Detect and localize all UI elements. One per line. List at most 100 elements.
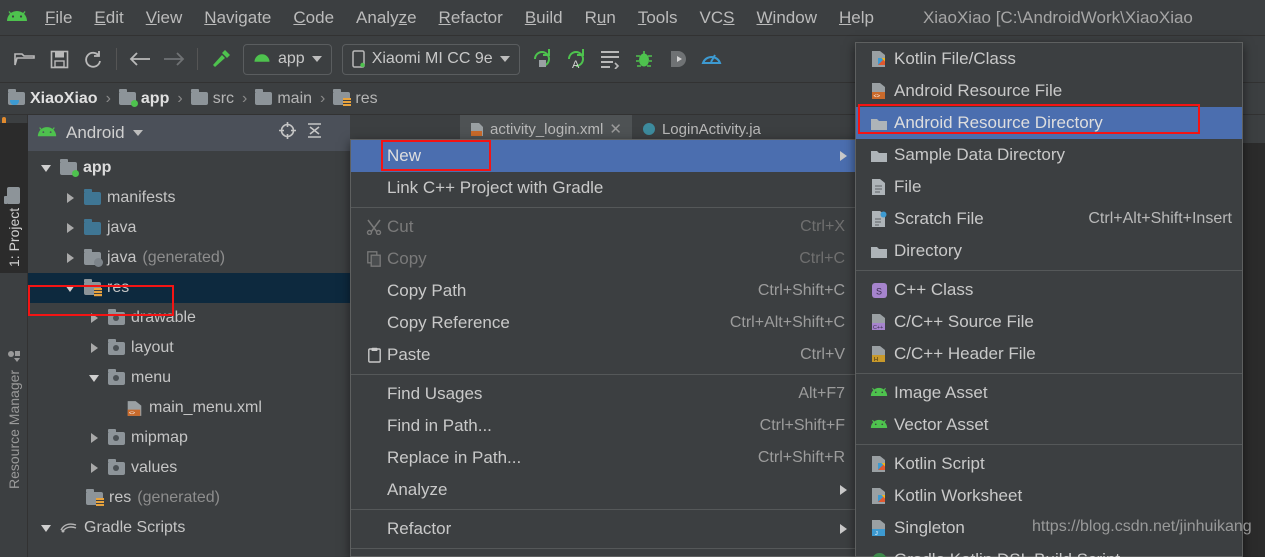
navigate-forward-icon[interactable] xyxy=(157,42,191,76)
context-menu-item-find-usages[interactable]: Find Usages Alt+F7 xyxy=(351,378,859,410)
tree-node-mipmap[interactable]: mipmap xyxy=(28,423,350,453)
menu-vcs[interactable]: VCS xyxy=(689,6,746,30)
breadcrumb-item-app[interactable]: app xyxy=(118,89,169,108)
expand-arrow-icon-layout[interactable] xyxy=(86,340,102,356)
expand-arrow-icon-manifests[interactable] xyxy=(62,190,78,206)
tree-node-manifests[interactable]: manifests xyxy=(28,183,350,213)
context-menu-item-refactor[interactable]: Refactor xyxy=(351,513,859,545)
expand-arrow-icon-gradle[interactable] xyxy=(38,520,54,536)
context-menu-item-find-in-path[interactable]: Find in Path... Ctrl+Shift+F xyxy=(351,410,859,442)
expand-arrow-icon-java-gen[interactable] xyxy=(62,250,78,266)
context-menu-item-link-cpp[interactable]: Link C++ Project with Gradle xyxy=(351,172,859,204)
open-folder-icon[interactable] xyxy=(8,42,42,76)
sidebar-item-project[interactable]: 1: Project xyxy=(0,123,28,273)
context-menu-item-paste[interactable]: Paste Ctrl+V xyxy=(351,339,859,371)
context-menu-item-add-to-favorites[interactable]: Add to Favorites xyxy=(351,552,859,557)
expand-arrow-icon-drawable[interactable] xyxy=(86,310,102,326)
breadcrumb-item-project[interactable]: XiaoXiao xyxy=(8,89,98,108)
menu-edit[interactable]: Edit xyxy=(83,6,134,30)
chevron-down-icon-project[interactable] xyxy=(132,130,143,136)
new-submenu-item-kotlin-script[interactable]: Kotlin Script xyxy=(856,448,1242,480)
context-menu-item-analyze[interactable]: Analyze xyxy=(351,474,859,506)
expand-arrow-icon-java[interactable] xyxy=(62,220,78,236)
device-selector[interactable]: Xiaomi MI CC 9e xyxy=(341,43,520,75)
new-submenu-item-cpp-source-file[interactable]: C++ C/C++ Source File xyxy=(856,306,1242,338)
folder-icon-main xyxy=(255,89,273,105)
new-submenu-item-gradle-kotlin-dsl[interactable]: G Gradle Kotlin DSL Build Script xyxy=(856,544,1242,557)
tree-node-res-generated[interactable]: res (generated) xyxy=(28,483,350,513)
new-submenu-label-2: Android Resource Directory xyxy=(894,113,1103,132)
generated-folder-icon xyxy=(84,248,103,267)
save-all-icon[interactable] xyxy=(42,42,76,76)
menu-analyze[interactable]: Analyze xyxy=(345,6,428,30)
avd-manager-icon[interactable] xyxy=(695,42,729,76)
menu-view[interactable]: View xyxy=(135,6,194,30)
context-menu-item-copy-path[interactable]: Copy Path Ctrl+Shift+C xyxy=(351,275,859,307)
tree-node-java-generated[interactable]: java (generated) xyxy=(28,243,350,273)
tree-node-app[interactable]: app xyxy=(28,153,350,183)
context-menu-label-cut: Cut xyxy=(387,217,414,236)
expand-arrow-icon-mipmap[interactable] xyxy=(86,430,102,446)
logcat-icon[interactable] xyxy=(593,42,627,76)
breadcrumb-item-res[interactable]: res xyxy=(333,89,378,108)
sidebar-item-resource-manager[interactable]: Resource Manager xyxy=(0,295,28,495)
navigate-back-icon[interactable] xyxy=(123,42,157,76)
new-submenu-item-scratch-file[interactable]: Scratch File Ctrl+Alt+Shift+Insert xyxy=(856,203,1242,235)
run-configuration-selector[interactable]: app xyxy=(243,43,332,75)
menu-navigate[interactable]: Navigate xyxy=(193,6,282,30)
context-menu-item-new[interactable]: New xyxy=(351,140,859,172)
expand-arrow-icon-values[interactable] xyxy=(86,460,102,476)
close-icon[interactable]: ✕ xyxy=(609,120,622,138)
breadcrumb-separator-2: › xyxy=(242,89,248,107)
tree-node-res[interactable]: res xyxy=(28,273,350,303)
profile-icon[interactable] xyxy=(661,42,695,76)
new-submenu-item-android-resource-directory[interactable]: Android Resource Directory xyxy=(856,107,1242,139)
expand-arrow-icon-menu[interactable] xyxy=(86,370,102,386)
target-locate-icon[interactable] xyxy=(278,121,297,145)
collapse-all-icon[interactable] xyxy=(305,121,324,145)
sidebar-item-structure[interactable]: Structure xyxy=(0,515,28,557)
new-submenu-item-kotlin-file-class[interactable]: Kotlin File/Class xyxy=(856,43,1242,75)
project-view-selector[interactable]: Android xyxy=(66,123,125,143)
debug-icon[interactable] xyxy=(627,42,661,76)
tree-node-drawable[interactable]: drawable xyxy=(28,303,350,333)
breadcrumb-item-src[interactable]: src xyxy=(190,89,234,108)
tree-node-menu[interactable]: menu xyxy=(28,363,350,393)
new-submenu-item-kotlin-worksheet[interactable]: Kotlin Worksheet xyxy=(856,480,1242,512)
menu-window[interactable]: Window xyxy=(746,6,828,30)
menu-code[interactable]: Code xyxy=(282,6,345,30)
new-submenu-label-6: Directory xyxy=(894,241,963,260)
new-submenu-item-cpp-class[interactable]: S C++ Class xyxy=(856,274,1242,306)
new-submenu-item-singleton[interactable]: J Singleton xyxy=(856,512,1242,544)
menu-run[interactable]: Run xyxy=(574,6,627,30)
breadcrumb-label-0: XiaoXiao xyxy=(30,89,98,107)
menu-help[interactable]: Help xyxy=(828,6,885,30)
menu-refactor[interactable]: Refactor xyxy=(428,6,514,30)
expand-arrow-icon-res[interactable] xyxy=(62,280,78,296)
tree-node-layout[interactable]: layout xyxy=(28,333,350,363)
new-submenu-item-vector-asset[interactable]: Vector Asset xyxy=(856,409,1242,441)
sync-project-icon[interactable] xyxy=(76,42,110,76)
run-icon[interactable] xyxy=(525,42,559,76)
new-submenu-item-sample-data-directory[interactable]: Sample Data Directory xyxy=(856,139,1242,171)
context-menu-item-copy-reference[interactable]: Copy Reference Ctrl+Alt+Shift+C xyxy=(351,307,859,339)
apply-changes-icon[interactable]: A xyxy=(559,42,593,76)
tree-node-main-menu-xml[interactable]: <> main_menu.xml xyxy=(28,393,350,423)
expand-arrow-icon[interactable] xyxy=(38,160,54,176)
breadcrumb-item-main[interactable]: main xyxy=(255,89,312,108)
new-submenu-item-image-asset[interactable]: Image Asset xyxy=(856,377,1242,409)
new-submenu-item-directory[interactable]: Directory xyxy=(856,235,1242,267)
tree-node-java[interactable]: java xyxy=(28,213,350,243)
menu-file[interactable]: File xyxy=(34,6,83,30)
tree-node-values[interactable]: values xyxy=(28,453,350,483)
menu-tools[interactable]: Tools xyxy=(627,6,689,30)
menu-build[interactable]: Build xyxy=(514,6,574,30)
build-hammer-icon[interactable] xyxy=(204,42,238,76)
new-submenu-item-file[interactable]: File xyxy=(856,171,1242,203)
new-submenu-item-android-resource-file[interactable]: <> Android Resource File xyxy=(856,75,1242,107)
tree-node-gradle-scripts[interactable]: Gradle Scripts xyxy=(28,513,350,543)
context-menu-item-replace-in-path[interactable]: Replace in Path... Ctrl+Shift+R xyxy=(351,442,859,474)
res-type-folder-icon-values xyxy=(108,458,125,475)
new-submenu-item-cpp-header-file[interactable]: H C/C++ Header File xyxy=(856,338,1242,370)
breadcrumb-separator-1: › xyxy=(177,89,183,107)
